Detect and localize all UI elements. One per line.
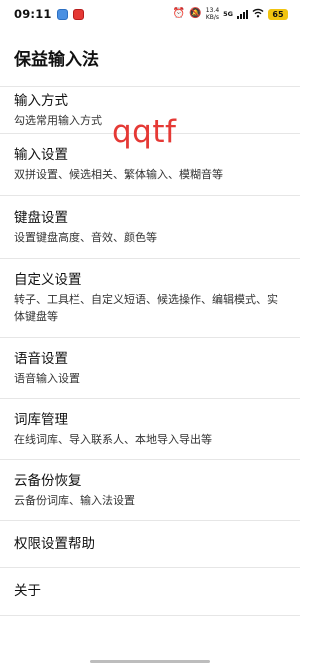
settings-item-keyboard-settings[interactable]: 键盘设置 设置键盘高度、音效、颜色等 <box>0 196 300 259</box>
page-title: 保益输入法 <box>14 49 99 70</box>
settings-list: 输入方式 勾选常用输入方式 输入设置 双拼设置、候选相关、繁体输入、模糊音等 键… <box>0 86 300 616</box>
item-title: 语音设置 <box>14 350 68 367</box>
item-desc: 语音输入设置 <box>14 371 80 385</box>
settings-item-permission-help[interactable]: 权限设置帮助 <box>0 521 300 568</box>
item-title: 关于 <box>14 583 41 599</box>
settings-item-dictionary[interactable]: 词库管理 在线词库、导入联系人、本地导入导出等 <box>0 399 300 460</box>
home-indicator[interactable] <box>90 660 210 663</box>
status-time: 09:11 <box>14 7 52 21</box>
item-title: 权限设置帮助 <box>14 535 95 552</box>
mute-icon: 🔕 <box>189 8 202 19</box>
overlay-annotation: qqtf <box>112 114 177 150</box>
item-desc: 云备份词库、输入法设置 <box>14 493 135 507</box>
network-speed-value: 13.4 <box>205 7 220 14</box>
app-header: 保益输入法 <box>0 28 300 86</box>
item-title: 输入方式 <box>14 92 68 109</box>
status-bar-left: 09:11 <box>14 7 84 21</box>
settings-item-cloud-backup[interactable]: 云备份恢复 云备份词库、输入法设置 <box>0 460 300 521</box>
settings-item-voice-settings[interactable]: 语音设置 语音输入设置 <box>0 338 300 399</box>
item-desc: 转子、工具栏、自定义短语、候选操作、编辑模式、实体键盘等 <box>14 293 278 323</box>
status-bar: 09:11 ⏰ 🔕 13.4 KB/s 5G 65 <box>0 0 300 28</box>
notification-app-icon <box>56 8 68 20</box>
notification-app-icon <box>72 8 84 20</box>
item-desc: 在线词库、导入联系人、本地导入导出等 <box>14 432 212 446</box>
network-speed-unit: KB/s <box>205 14 220 21</box>
screen: 09:11 ⏰ 🔕 13.4 KB/s 5G 65 保益输入法 输入方式 勾选常… <box>0 0 300 667</box>
network-type: 5G <box>223 9 233 18</box>
battery-indicator: 65 <box>268 8 288 20</box>
signal-icon <box>237 9 248 19</box>
status-bar-right: ⏰ 🔕 13.4 KB/s 5G 65 <box>173 7 288 21</box>
item-desc: 双拼设置、候选相关、繁体输入、模糊音等 <box>14 168 223 181</box>
item-title: 云备份恢复 <box>14 472 82 489</box>
item-title: 词库管理 <box>14 411 68 428</box>
item-title: 键盘设置 <box>14 209 68 226</box>
settings-item-about[interactable]: 关于 <box>0 568 300 616</box>
wifi-icon <box>252 8 264 21</box>
item-desc: 设置键盘高度、音效、颜色等 <box>14 230 157 244</box>
alarm-icon: ⏰ <box>172 8 186 19</box>
item-title: 自定义设置 <box>14 272 82 288</box>
settings-item-custom-settings[interactable]: 自定义设置 转子、工具栏、自定义短语、候选操作、编辑模式、实体键盘等 <box>0 259 300 338</box>
network-speed: 13.4 KB/s <box>206 7 219 21</box>
